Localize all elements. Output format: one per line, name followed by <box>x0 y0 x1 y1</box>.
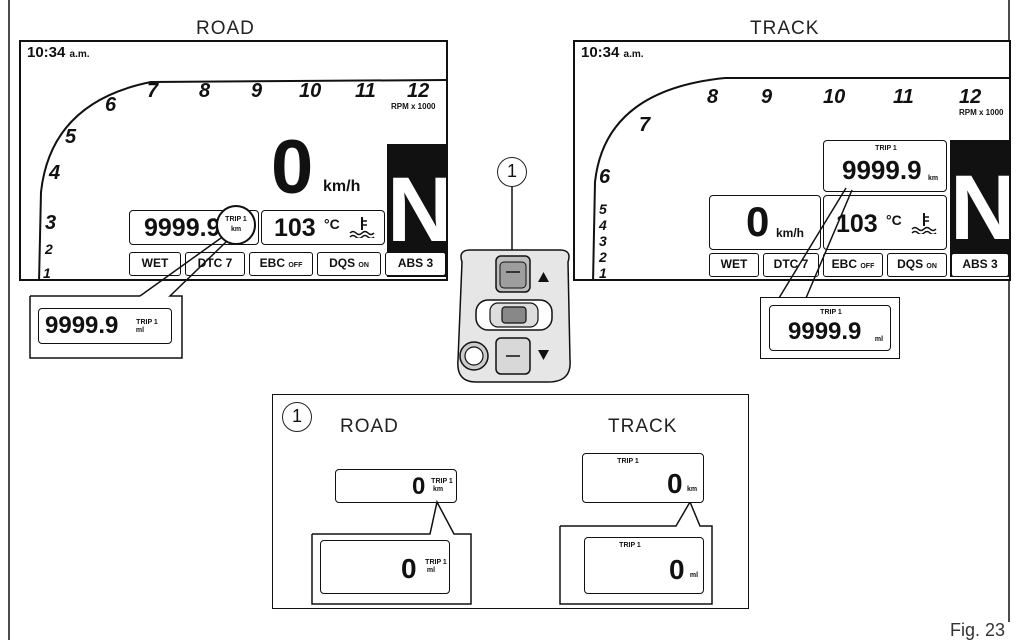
detail-road-bottom: 0 TRIP 1 ml <box>320 540 450 594</box>
detail-track-top-unit: km <box>687 486 698 493</box>
figure-label: Fig. 23 <box>950 620 1006 640</box>
detail-track-top-label: TRIP 1 <box>617 458 639 465</box>
detail-track-bottom: TRIP 1 0 ml <box>584 537 704 594</box>
detail-track-top: TRIP 1 0 km <box>582 453 704 503</box>
detail-track-top-value: 0 <box>667 468 683 499</box>
detail-road-bottom-value: 0 <box>401 553 417 584</box>
detail-track-bottom-value: 0 <box>669 554 685 585</box>
figure: ROAD TRACK 10:34 a.m. 1 2 3 4 5 6 7 8 9 … <box>0 0 1018 640</box>
detail-road-bottom-label: TRIP 1 <box>425 559 447 566</box>
detail-track-bottom-unit: ml <box>689 572 699 579</box>
detail-road-connector <box>311 499 713 605</box>
detail-track-bottom-label: TRIP 1 <box>619 542 641 549</box>
detail-road-bottom-unit: ml <box>426 567 436 574</box>
